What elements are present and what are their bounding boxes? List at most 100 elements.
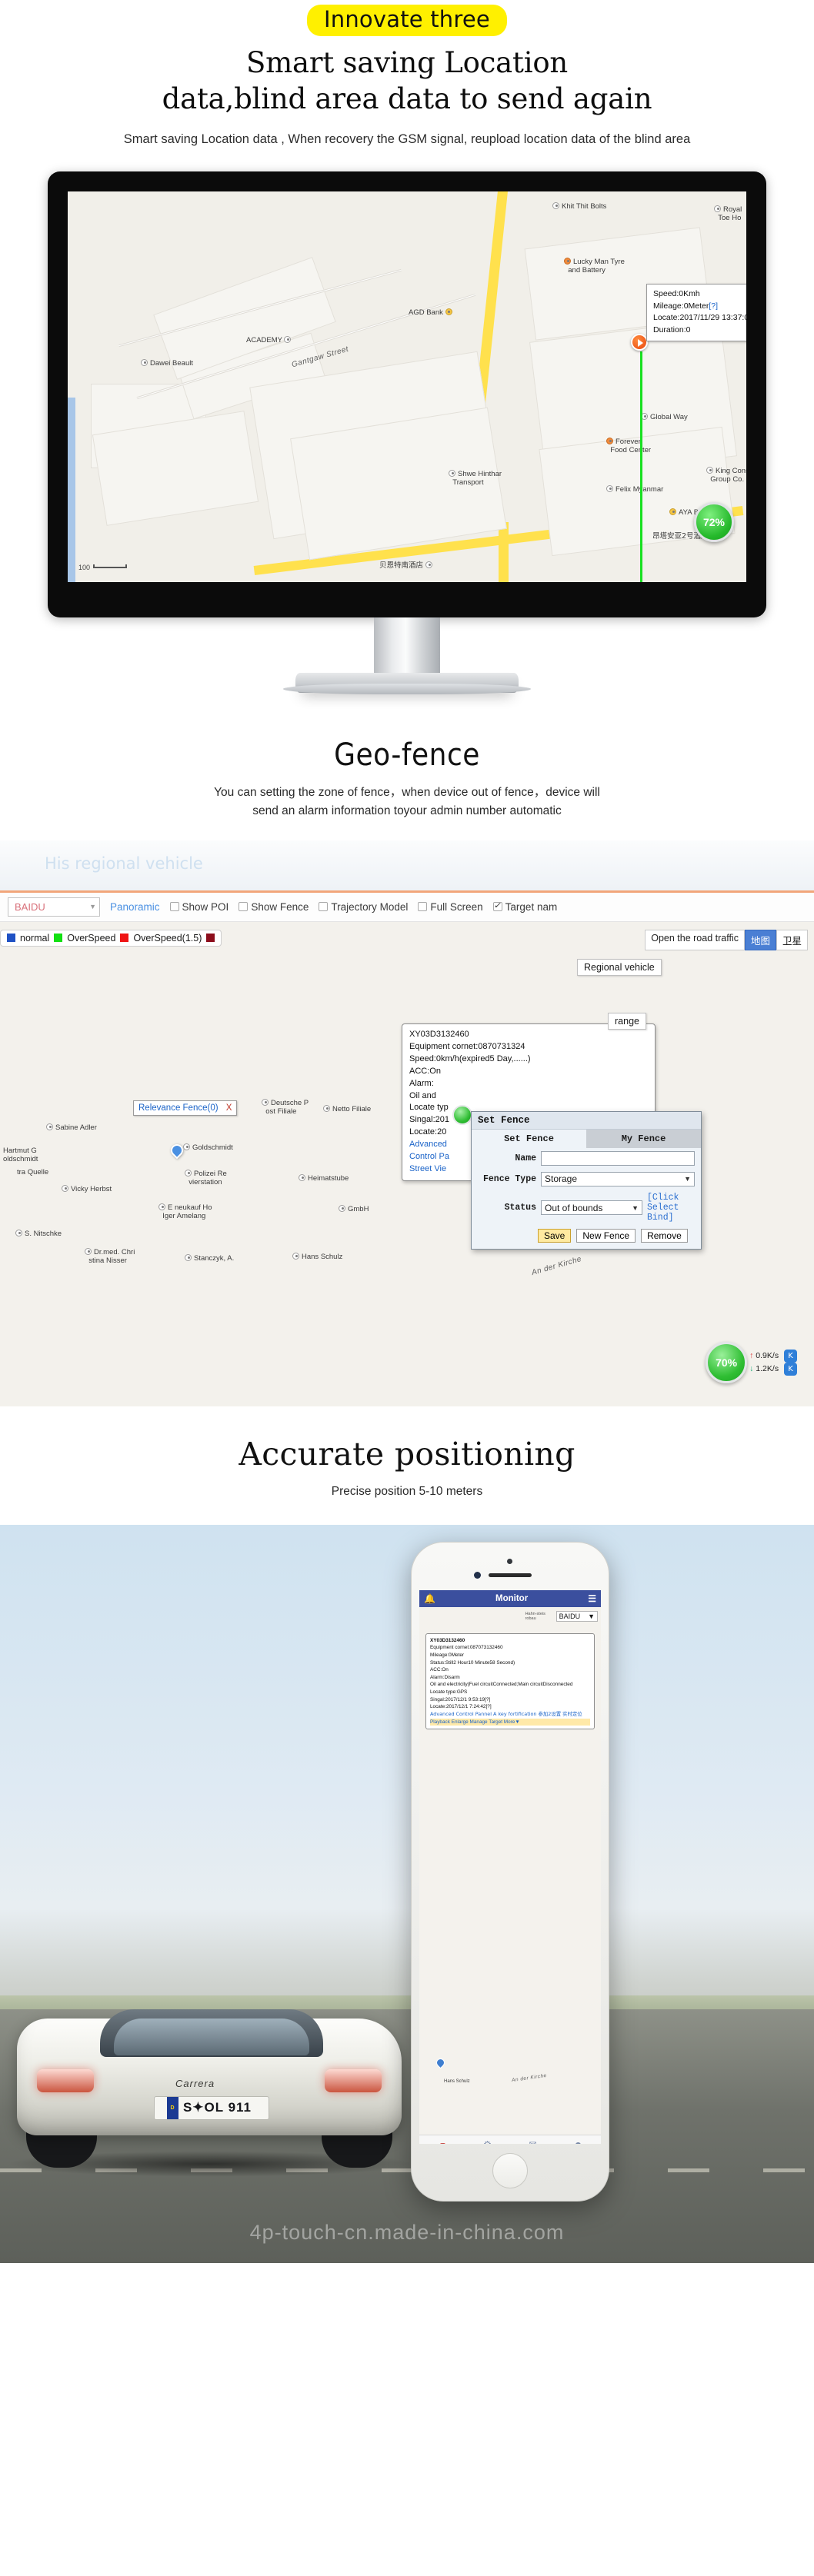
legend-swatch-red	[120, 934, 129, 943]
fence-type-value: Storage	[545, 1173, 578, 1185]
badge-wrapper: Innovate three	[0, 5, 814, 37]
map-type-controls: Open the road traffic 地图 卫星	[645, 929, 808, 950]
webui-tabbar: His regional vehicle	[0, 840, 814, 893]
speed-percent-ball[interactable]: 70%	[706, 1341, 748, 1383]
callout-duration: Duration:0	[653, 325, 691, 335]
network-icon: K	[784, 1362, 797, 1376]
open-road-traffic-button[interactable]: Open the road traffic	[645, 929, 745, 950]
checkbox-target-name-label: Target nam	[505, 900, 558, 913]
app-map-street: An der Kirche	[511, 2072, 548, 2083]
panoramic-link[interactable]: Panoramic	[110, 901, 160, 913]
tab-set-fence[interactable]: Set Fence	[472, 1129, 586, 1148]
app-map-source-select[interactable]: BAIDU ▼	[555, 1610, 598, 1622]
monitor-base	[283, 672, 531, 694]
tab-message[interactable]: ✉ Message	[510, 2140, 555, 2144]
remove-fence-button[interactable]: Remove	[641, 1229, 688, 1243]
checkbox-full-screen[interactable]: Full Screen	[418, 900, 483, 913]
car-taillight-right	[325, 2068, 382, 2092]
checkbox-full-screen-label: Full Screen	[430, 900, 483, 913]
monitor-section: Gantgaw Street Khit Thit Bolts Royal Toe…	[0, 171, 814, 733]
fence-map[interactable]: normal OverSpeed OverSpeed(1.5) Open the…	[0, 921, 814, 1406]
chevron-down-icon: ▼	[89, 903, 96, 911]
callout-speed: Speed:0Kmh	[653, 288, 700, 298]
app-device-id: XY03D3132460	[430, 1637, 465, 1643]
checkbox-show-poi-label: Show POI	[182, 900, 229, 913]
phone-speaker	[489, 1573, 532, 1577]
app-device-oil: Oil and electricity(Fuel circuitConnecte…	[430, 1682, 573, 1688]
map-poi: Global Way	[641, 412, 688, 421]
tracking-map[interactable]: Gantgaw Street Khit Thit Bolts Royal Toe…	[68, 191, 746, 582]
monitor-neck	[374, 617, 440, 677]
network-rates: ↑ 0.9K/s K ↓ 1.2K/s K	[749, 1349, 797, 1376]
checkbox-show-fence[interactable]: Show Fence	[239, 901, 309, 913]
app-map[interactable]: Hahn-steis robau BAIDU ▼ XY03D3132460 Eq…	[419, 1606, 601, 2144]
tab-command[interactable]: ⚙ Command	[465, 2140, 510, 2144]
accurate-positioning-section: Accurate positioning Precise position 5-…	[0, 1436, 814, 1499]
app-device-alarm: Alarm:Disarm	[430, 1674, 460, 1680]
fence-status-select[interactable]: Out of bounds ▼	[541, 1200, 642, 1216]
fence-web-ui: His regional vehicle BAIDU ▼ Panoramic S…	[0, 840, 814, 1409]
callout-mileage-link[interactable]: [?]	[709, 301, 718, 311]
map-poi: Hans Schulz	[292, 1252, 342, 1261]
relevance-fence-box[interactable]: Relevance Fence(0) X	[133, 1100, 238, 1116]
map-poi: 贝恩特南酒店	[379, 559, 435, 570]
fence-type-select[interactable]: Storage ▼	[541, 1171, 695, 1186]
vehicle-info-callout: Speed:0Kmh Mileage:0Meter[?] Locate:2017…	[646, 283, 746, 341]
phone-home-button[interactable]	[492, 2152, 528, 2188]
device-cornet: Equipment cornet:0870731324	[409, 1041, 525, 1051]
smartphone-mockup: 🔔 Monitor ☰ Hahn-steis robau BAIDU ▼ XY0…	[411, 1541, 609, 2202]
new-fence-button[interactable]: New Fence	[576, 1229, 636, 1243]
regional-vehicle-tag[interactable]: Regional vehicle	[577, 958, 662, 976]
save-fence-button[interactable]: Save	[538, 1229, 572, 1243]
map-poi: Royal Toe Ho	[714, 205, 742, 222]
speed-status-widget: 70% ↑ 0.9K/s K ↓ 1.2K/s K	[706, 1341, 797, 1383]
device-speed: Speed:0km/h(expired5 Day,......)	[409, 1053, 531, 1063]
map-source-select[interactable]: BAIDU ▼	[8, 897, 100, 917]
down-arrow-icon: ↓	[749, 1363, 754, 1373]
eu-plate-marker: D	[166, 2096, 178, 2119]
vehicle-marker[interactable]	[631, 333, 648, 351]
app-map-label: Hahn-steis robau	[525, 1611, 545, 1621]
geofence-desc-line1: You can setting the zone of fence，when d…	[214, 785, 600, 799]
device-alarm: Alarm:	[409, 1078, 434, 1088]
map-view-button[interactable]: 地图	[744, 929, 776, 950]
map-poi: King Const Group Co.	[706, 466, 746, 484]
car-license-plate: D S✦OL 911	[154, 2095, 269, 2120]
range-tag[interactable]: range	[608, 1012, 646, 1030]
checkbox-show-poi[interactable]: Show POI	[169, 900, 229, 913]
callout-mileage: Mileage:0Meter	[653, 301, 709, 311]
command-icon: ⚙	[465, 2140, 510, 2144]
legend-swatch-blue	[7, 934, 15, 943]
accurate-title: Accurate positioning	[239, 1435, 575, 1473]
bell-icon[interactable]: 🔔	[424, 1593, 435, 1604]
page-title-line1: Smart saving Location	[245, 46, 569, 80]
app-device-singal: Singal:2017/12/1 9:53:19[?]	[430, 1696, 491, 1702]
click-select-bind-link[interactable]: [Click Select Bind]	[647, 1193, 695, 1223]
tab-my-fence[interactable]: My Fence	[586, 1129, 701, 1148]
fence-status-row: Status Out of bounds ▼ [Click Select Bin…	[472, 1190, 701, 1226]
map-zoom-badge[interactable]: 72%	[694, 501, 734, 542]
app-playback-links[interactable]: Playback Enlarge Manage Target More▼	[430, 1718, 590, 1726]
message-icon: ✉	[510, 2140, 555, 2144]
legend-swatch-darkred	[206, 934, 215, 943]
geofence-title: Geo-fence	[334, 737, 480, 773]
geofence-desc-line2: send an alarm information toyour admin n…	[252, 804, 562, 817]
satellite-view-button[interactable]: 卫星	[776, 929, 808, 950]
set-fence-dialog: Set Fence Set Fence My Fence Name Fence …	[471, 1110, 702, 1250]
phone-screen: 🔔 Monitor ☰ Hahn-steis robau BAIDU ▼ XY0…	[419, 1589, 601, 2144]
app-advanced-links[interactable]: Advanced Control Pannel A key fortificat…	[430, 1711, 590, 1719]
phone-sensor	[507, 1558, 512, 1564]
network-icon: K	[784, 1349, 797, 1363]
checkbox-trajectory-model[interactable]: Trajectory Model	[319, 901, 408, 913]
tab-his-regional-vehicle[interactable]: His regional vehicle	[45, 854, 203, 873]
legend-label-overspeed: OverSpeed	[67, 932, 116, 944]
checkbox-target-name[interactable]: Target nam	[492, 900, 558, 913]
map-source-value: BAIDU	[15, 900, 45, 913]
alarm-status-indicator[interactable]	[452, 1104, 472, 1125]
tab-me[interactable]: ☻ Me	[555, 2140, 601, 2144]
map-legend: normal OverSpeed OverSpeed(1.5)	[0, 929, 222, 947]
fence-name-input[interactable]	[541, 1150, 695, 1166]
vehicle-track-line	[640, 351, 642, 582]
tab-monitor[interactable]: 🚗 Monitor	[419, 2140, 465, 2144]
close-icon[interactable]: X	[226, 1103, 232, 1113]
